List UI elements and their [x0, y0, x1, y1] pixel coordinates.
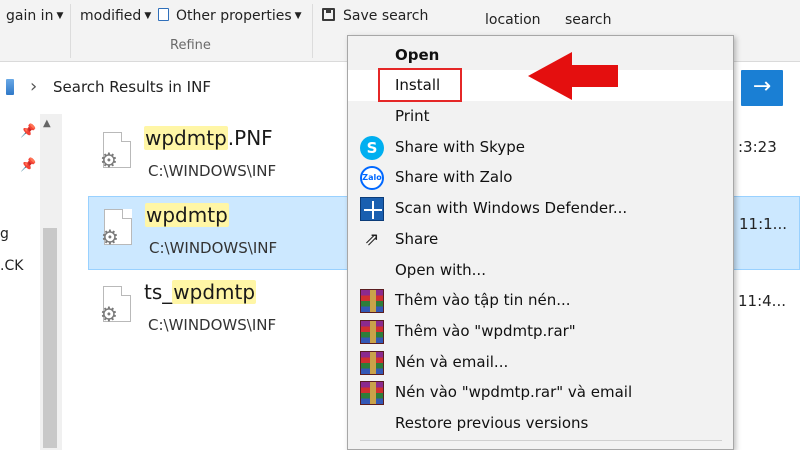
file-time: :3:23 [738, 138, 777, 156]
gear-icon: ⚙ [100, 148, 118, 172]
menu-item-label: Thêm vào "wpdmtp.rar" [395, 322, 576, 340]
menu-item-compress-rar-email[interactable]: Nén vào "wpdmtp.rar" và email [348, 377, 733, 408]
menu-item-label: Share [395, 230, 439, 248]
file-path: C:\WINDOWS\INF [149, 239, 278, 257]
menu-separator [360, 440, 722, 441]
file-path: C:\WINDOWS\INF [148, 316, 277, 334]
date-modified-button[interactable]: modified ▼ [80, 8, 151, 24]
winrar-icon [360, 381, 384, 405]
gear-icon: ⚙ [101, 225, 119, 249]
caret-down-icon: ▼ [144, 11, 152, 21]
file-time: 11:4... [738, 292, 786, 310]
file-path: C:\WINDOWS\INF [148, 162, 277, 180]
nav-item-fragment[interactable]: .CK [0, 258, 23, 274]
file-name: ts_wpdmtp [144, 280, 257, 304]
checkbox-icon [158, 8, 169, 21]
nav-scrollbar-thumb[interactable] [43, 228, 57, 448]
menu-item-label: Thêm vào tập tin nén... [395, 291, 571, 309]
file-time: 11:1... [739, 215, 787, 233]
menu-item-restore-versions[interactable]: Restore previous versions [348, 408, 733, 439]
file-name: wpdmtp [145, 203, 229, 227]
other-properties-button[interactable]: Other properties ▼ [158, 8, 302, 24]
menu-item-share[interactable]: ⇗ Share [348, 224, 733, 255]
menu-item-label: Nén vào "wpdmtp.rar" và email [395, 383, 633, 401]
nav-item-fragment[interactable]: g [0, 226, 9, 242]
arrow-right-icon: → [752, 74, 772, 99]
open-location-button[interactable]: location [485, 12, 541, 28]
red-arrow-icon [528, 52, 572, 100]
menu-item-scan-defender[interactable]: Scan with Windows Defender... [348, 193, 733, 224]
skype-icon: S [360, 136, 384, 160]
menu-item-label: Share with Skype [395, 138, 525, 156]
menu-item-label: Open with... [395, 261, 486, 279]
winrar-icon [360, 320, 384, 344]
menu-item-share-skype[interactable]: S Share with Skype [348, 132, 733, 163]
menu-item-label: Nén và email... [395, 353, 509, 371]
winrar-icon [360, 351, 384, 375]
file-name: wpdmtp.PNF [144, 126, 273, 150]
windows-defender-icon [360, 197, 384, 221]
refine-group-label: Refine [170, 38, 211, 53]
go-button[interactable]: → [741, 70, 783, 106]
menu-item-label: Restore previous versions [395, 414, 589, 432]
menu-item-add-to-rar[interactable]: Thêm vào "wpdmtp.rar" [348, 316, 733, 347]
menu-item-compress-email[interactable]: Nén và email... [348, 347, 733, 378]
save-search-button[interactable]: Save search [322, 8, 428, 24]
ribbon-separator [70, 4, 71, 58]
save-icon [322, 8, 335, 21]
menu-item-print[interactable]: Print [348, 101, 733, 132]
chevron-up-icon[interactable]: ▲ [43, 118, 51, 129]
red-arrow-shaft [570, 65, 618, 87]
menu-item-open-with[interactable]: Open with... [348, 255, 733, 286]
menu-item-label: Share with Zalo [395, 168, 513, 186]
caret-down-icon: ▼ [294, 11, 302, 21]
winrar-icon [360, 289, 384, 313]
share-icon: ⇗ [364, 229, 380, 250]
menu-item-share-zalo[interactable]: Zalo Share with Zalo [348, 162, 733, 193]
pin-icon[interactable]: 📌 [20, 159, 36, 172]
chevron-right-icon[interactable]: › [30, 76, 37, 97]
search-results-icon [6, 79, 14, 95]
menu-item-label: Scan with Windows Defender... [395, 199, 628, 217]
menu-item-label: Print [395, 107, 430, 125]
pin-icon[interactable]: 📌 [20, 125, 36, 138]
install-highlight-box [378, 68, 462, 102]
sort-by-button[interactable]: gain in ▼ [6, 8, 63, 24]
caret-down-icon: ▼ [56, 11, 64, 21]
menu-item-label: Open [395, 46, 440, 64]
address-path[interactable]: Search Results in INF [53, 78, 211, 96]
close-search-button[interactable]: search [565, 12, 612, 28]
zalo-icon: Zalo [360, 166, 384, 190]
gear-icon: ⚙ [100, 302, 118, 326]
ribbon-separator [312, 4, 313, 58]
menu-item-add-archive[interactable]: Thêm vào tập tin nén... [348, 285, 733, 316]
